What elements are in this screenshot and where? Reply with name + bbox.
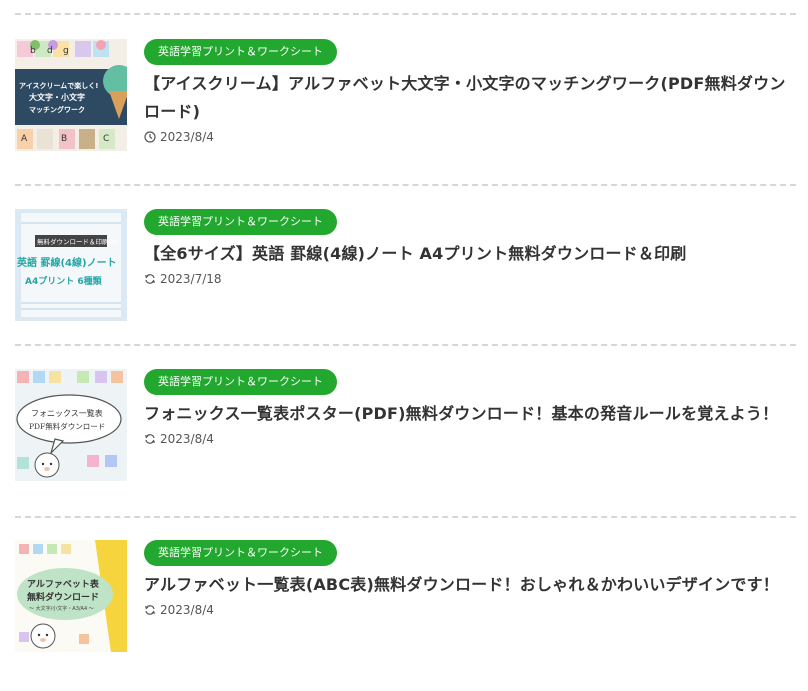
divider — [15, 344, 796, 346]
article-meta: 英語学習プリント＆ワークシート 【アイスクリーム】アルファベット大文字・小文字の… — [144, 39, 796, 144]
date-text: 2023/7/18 — [160, 272, 222, 286]
thumb-text: A4プリント 6種類 — [25, 275, 103, 287]
article-thumbnail[interactable]: フォニックス一覧表 PDF無料ダウンロード — [15, 369, 127, 481]
thumb-letter: g — [63, 46, 69, 56]
thumb-text: 無料ダウンロード — [27, 591, 99, 603]
thumb-letter: b — [30, 46, 36, 56]
article-title[interactable]: アルファベット一覧表(ABC表)無料ダウンロード！おしゃれ＆かわいいデザインです… — [144, 571, 796, 599]
article-thumbnail[interactable]: アルファベット表 無料ダウンロード ～ 大文字/小文字・A3/A4 ～ — [15, 540, 127, 652]
date-text: 2023/8/4 — [160, 432, 214, 446]
category-badge[interactable]: 英語学習プリント＆ワークシート — [144, 540, 337, 566]
thumb-letter: A — [21, 134, 28, 144]
article-card-ruled-notebook[interactable]: 無料ダウンロード＆印刷OK 英語 罫線(4線)ノート A4プリント 6種類 英語… — [15, 209, 796, 321]
thumb-text: アルファベット表 — [27, 578, 100, 590]
article-date: 2023/8/4 — [144, 432, 796, 446]
clock-icon — [144, 131, 156, 143]
refresh-icon — [145, 434, 155, 444]
thumb-text: マッチングワーク — [29, 105, 85, 114]
date-text: 2023/8/4 — [160, 130, 214, 144]
article-date: 2023/8/4 — [144, 130, 796, 144]
article-card-phonics-poster[interactable]: フォニックス一覧表 PDF無料ダウンロード 英語学習プリント＆ワークシート フォ… — [15, 369, 796, 481]
thumb-letter: C — [103, 134, 109, 144]
ruled-notebook-thumbnail-image: 無料ダウンロード＆印刷OK 英語 罫線(4線)ノート A4プリント 6種類 — [15, 209, 127, 321]
date-text: 2023/8/4 — [160, 603, 214, 617]
article-meta: 英語学習プリント＆ワークシート アルファベット一覧表(ABC表)無料ダウンロード… — [144, 540, 796, 617]
thumb-letter: B — [61, 134, 67, 144]
category-badge[interactable]: 英語学習プリント＆ワークシート — [144, 369, 337, 395]
thumb-text: フォニックス一覧表 — [31, 408, 103, 418]
divider — [15, 13, 796, 15]
article-date: 2023/7/18 — [144, 272, 796, 286]
thumb-letter: d — [47, 46, 53, 56]
refresh-icon — [145, 605, 155, 615]
article-title[interactable]: 【全6サイズ】英語 罫線(4線)ノート A4プリント無料ダウンロード＆印刷 — [144, 240, 796, 268]
thumb-text: アイスクリームで楽しく! — [19, 81, 98, 90]
divider — [15, 516, 796, 518]
category-badge[interactable]: 英語学習プリント＆ワークシート — [144, 209, 337, 235]
article-card-ice-cream[interactable]: b d g アイスクリームで楽しく! 大文字・小文字 マッチングワーク B A … — [15, 39, 796, 151]
divider — [15, 184, 796, 186]
article-title[interactable]: フォニックス一覧表ポスター(PDF)無料ダウンロード！基本の発音ルールを覚えよう… — [144, 400, 796, 428]
thumb-text: ～ 大文字/小文字・A3/A4 ～ — [29, 605, 94, 612]
article-meta: 英語学習プリント＆ワークシート フォニックス一覧表ポスター(PDF)無料ダウンロ… — [144, 369, 796, 446]
thumb-text: PDF無料ダウンロード — [29, 421, 105, 431]
article-card-alphabet-chart[interactable]: アルファベット表 無料ダウンロード ～ 大文字/小文字・A3/A4 ～ 英語学習… — [15, 540, 796, 652]
thumb-text: 大文字・小文字 — [29, 92, 85, 102]
thumb-text: 英語 罫線(4線)ノート — [16, 256, 117, 269]
article-date: 2023/8/4 — [144, 603, 796, 617]
alphabet-chart-thumbnail-image: アルファベット表 無料ダウンロード ～ 大文字/小文字・A3/A4 ～ — [15, 540, 127, 652]
article-thumbnail[interactable]: 無料ダウンロード＆印刷OK 英語 罫線(4線)ノート A4プリント 6種類 — [15, 209, 127, 321]
thumb-text: 無料ダウンロード＆印刷OK — [37, 237, 119, 246]
refresh-icon — [145, 274, 155, 284]
category-badge[interactable]: 英語学習プリント＆ワークシート — [144, 39, 337, 65]
article-thumbnail[interactable]: b d g アイスクリームで楽しく! 大文字・小文字 マッチングワーク B A … — [15, 39, 127, 151]
article-title[interactable]: 【アイスクリーム】アルファベット大文字・小文字のマッチングワーク(PDF無料ダウ… — [144, 70, 796, 126]
article-meta: 英語学習プリント＆ワークシート 【全6サイズ】英語 罫線(4線)ノート A4プリ… — [144, 209, 796, 286]
ice-cream-thumbnail-image: b d g アイスクリームで楽しく! 大文字・小文字 マッチングワーク B A … — [15, 39, 127, 151]
phonics-poster-thumbnail-image: フォニックス一覧表 PDF無料ダウンロード — [15, 369, 127, 481]
